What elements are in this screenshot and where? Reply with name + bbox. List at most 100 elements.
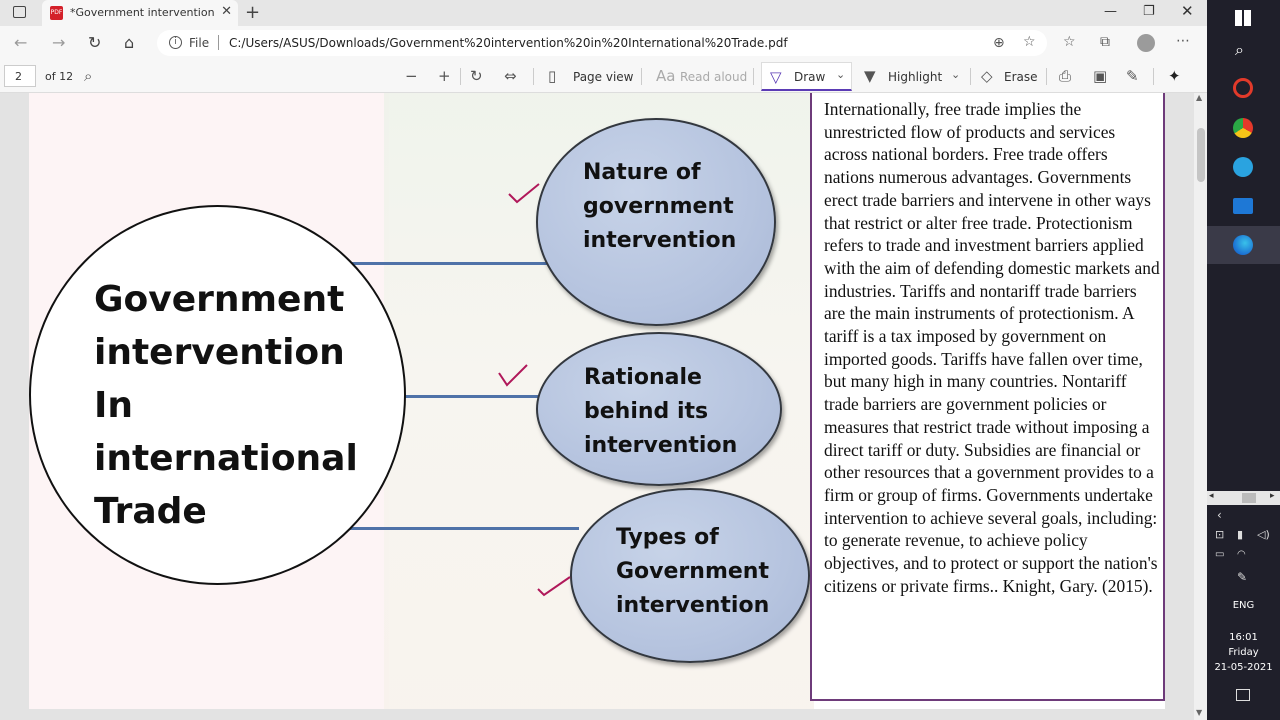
new-tab-button[interactable]: + — [245, 2, 260, 23]
checkmark-annotation — [537, 576, 571, 597]
language-indicator[interactable]: ENG — [1207, 600, 1280, 611]
save-as-icon[interactable]: ✎ — [1126, 67, 1139, 85]
main-title: Government intervention In international… — [94, 273, 394, 538]
checkmark-annotation — [508, 183, 540, 204]
divider — [970, 68, 971, 85]
pin-toolbar-icon[interactable]: ✦ — [1168, 67, 1181, 85]
highlight-button[interactable]: Highlight — [888, 70, 942, 84]
more-menu-icon[interactable]: ⋯ — [1176, 33, 1190, 49]
scroll-left-icon[interactable]: ◂ — [1209, 491, 1214, 501]
chrome-icon[interactable] — [1233, 118, 1253, 138]
draw-pen-icon: ▽ — [770, 68, 782, 86]
search-icon[interactable]: ⌕ — [84, 67, 92, 85]
scrollbar-thumb[interactable] — [1242, 493, 1256, 503]
profile-avatar[interactable] — [1137, 34, 1155, 52]
divider — [641, 68, 642, 85]
refresh-icon[interactable]: ↻ — [88, 33, 101, 52]
favorite-star-icon[interactable]: ☆ — [1023, 34, 1036, 50]
highlight-icon[interactable]: ▼ — [864, 67, 876, 85]
oval-rationale-text: Rationale behind its intervention — [584, 361, 737, 463]
app-icon-recorder[interactable] — [1233, 78, 1253, 98]
save-icon[interactable]: ▣ — [1093, 67, 1107, 85]
main-title-line: Trade — [94, 491, 207, 532]
clock-time[interactable]: 16:01 — [1207, 632, 1280, 643]
chevron-left-icon[interactable]: ‹ — [1217, 508, 1222, 522]
erase-button[interactable]: Erase — [1004, 70, 1038, 84]
network-icon[interactable]: ⊡ — [1215, 528, 1224, 541]
minimize-button[interactable]: — — [1104, 4, 1117, 19]
page-view-button[interactable]: Page view — [573, 70, 634, 84]
back-icon[interactable]: ← — [14, 33, 27, 52]
draw-button[interactable]: ▽ Draw ⌄ — [761, 62, 852, 91]
search-icon[interactable]: ⌕ — [1235, 40, 1244, 60]
pdf-toolbar: 2 of 12 ⌕ − + ↻ ⇔ ▯ Page view Aa Read al… — [0, 60, 1207, 93]
tab-actions-icon[interactable] — [13, 6, 26, 18]
scroll-up-icon[interactable]: ▲ — [1196, 93, 1202, 102]
oval-line: Rationale — [584, 365, 702, 390]
collections-icon[interactable]: ⧉ — [1100, 34, 1110, 50]
zoom-out-icon[interactable]: − — [405, 67, 418, 85]
print-icon[interactable]: ⎙ — [1059, 67, 1071, 85]
chevron-down-icon[interactable]: ⌄ — [951, 68, 960, 81]
page-view-icon[interactable]: ▯ — [548, 67, 556, 85]
eraser-icon[interactable]: ◇ — [981, 67, 993, 85]
oval-line: government — [583, 194, 734, 219]
oval-line: behind its — [584, 399, 709, 424]
divider — [218, 35, 219, 50]
tab-strip: PDF *Government intervention in Internat… — [0, 0, 1207, 26]
zoom-in-icon[interactable]: + — [438, 67, 451, 85]
oval-line: intervention — [584, 433, 738, 458]
pdf-viewer[interactable]: Government intervention In international… — [0, 93, 1207, 720]
mail-icon[interactable] — [1233, 198, 1253, 214]
scroll-right-icon[interactable]: ▸ — [1270, 491, 1275, 501]
chevron-down-icon[interactable]: ⌄ — [836, 68, 845, 81]
address-bar-row: ← → ↻ ⌂ i File C:/Users/ASUS/Downloads/G… — [0, 26, 1207, 60]
description-box: Internationally, free trade implies the … — [810, 93, 1165, 701]
zoom-icon[interactable]: ⊕ — [993, 35, 1005, 51]
oval-line: Government — [616, 559, 769, 584]
pen-icon[interactable]: ✎ — [1237, 570, 1247, 584]
main-title-line: In — [94, 385, 134, 426]
oval-line: Types of — [616, 525, 719, 550]
wifi-icon[interactable]: ◠ — [1237, 549, 1246, 560]
battery-icon[interactable]: ▭ — [1215, 549, 1224, 560]
vertical-scrollbar[interactable]: ▲ ▼ — [1194, 93, 1207, 720]
page-total: of 12 — [45, 70, 74, 83]
home-icon[interactable]: ⌂ — [124, 33, 134, 52]
read-aloud-icon[interactable]: Aa — [656, 67, 675, 85]
scrollbar-thumb[interactable] — [1197, 128, 1205, 182]
notifications-icon[interactable] — [1236, 689, 1250, 701]
url-text[interactable]: C:/Users/ASUS/Downloads/Government%20int… — [229, 36, 788, 50]
main-title-line: intervention — [94, 332, 345, 373]
scroll-down-icon[interactable]: ▼ — [1196, 708, 1202, 717]
clock-day[interactable]: Friday — [1207, 647, 1280, 658]
volume-icon[interactable]: ◁) — [1257, 528, 1270, 541]
clock-date[interactable]: 21-05-2021 — [1207, 662, 1280, 673]
divider — [460, 68, 461, 85]
windows-start-icon[interactable] — [1235, 10, 1251, 26]
tray-scrollbar[interactable]: ◂ ▸ — [1207, 491, 1280, 505]
info-icon[interactable]: i — [169, 36, 182, 49]
microphone-icon[interactable]: ▮ — [1237, 528, 1243, 541]
page-number-input[interactable]: 2 — [4, 65, 36, 87]
divider — [1046, 68, 1047, 85]
forward-icon[interactable]: → — [52, 33, 65, 52]
rotate-icon[interactable]: ↻ — [470, 67, 483, 85]
restore-button[interactable]: ❐ — [1143, 4, 1155, 19]
tab-close-icon[interactable]: ✕ — [221, 4, 232, 19]
close-window-button[interactable]: ✕ — [1181, 2, 1194, 20]
oval-line: Nature of — [583, 160, 701, 185]
oval-line: intervention — [616, 593, 770, 618]
address-bar[interactable]: i File C:/Users/ASUS/Downloads/Governmen… — [157, 30, 1047, 56]
connector-line — [349, 262, 549, 265]
divider — [533, 68, 534, 85]
scheme-label: File — [189, 36, 210, 50]
fit-page-icon[interactable]: ⇔ — [504, 67, 517, 85]
read-aloud-button[interactable]: Read aloud — [680, 70, 747, 84]
edge-icon[interactable] — [1233, 235, 1253, 255]
tab-active[interactable]: PDF *Government intervention in Internat… — [42, 0, 238, 26]
pdf-icon: PDF — [50, 6, 63, 20]
tab-title: *Government intervention in Internationa… — [70, 6, 215, 19]
telegram-icon[interactable] — [1233, 157, 1253, 177]
favorites-icon[interactable]: ☆ — [1063, 34, 1076, 50]
